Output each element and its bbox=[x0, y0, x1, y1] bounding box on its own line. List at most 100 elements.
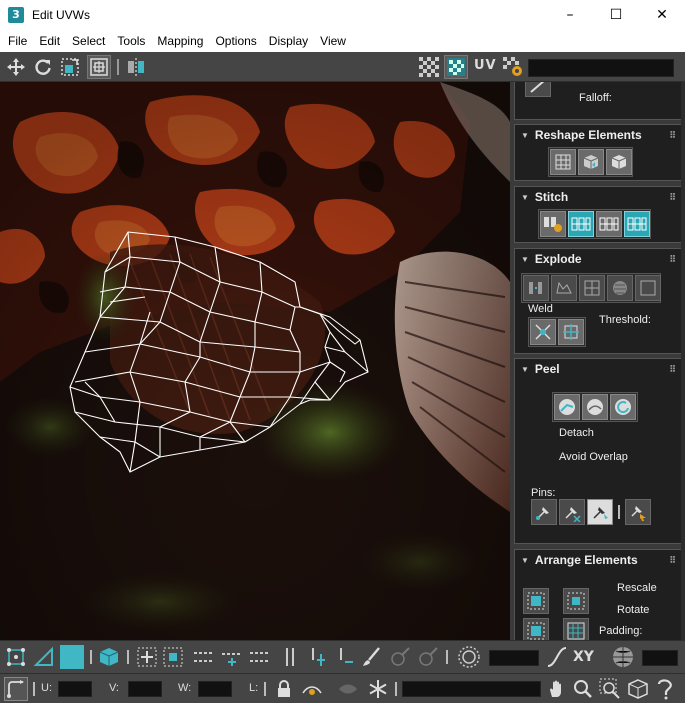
menu-edit[interactable]: Edit bbox=[33, 30, 66, 52]
select-pins-button[interactable] bbox=[625, 499, 651, 525]
scale-tool-button[interactable] bbox=[58, 55, 82, 79]
stitch-to-source-button[interactable] bbox=[568, 211, 594, 237]
reshape-elements-header[interactable]: ▼ Reshape Elements ⠿ bbox=[515, 125, 681, 145]
peel-header[interactable]: ▼ Peel ⠿ bbox=[515, 359, 681, 379]
selection-set-dropdown[interactable] bbox=[402, 681, 541, 697]
shrink-selection-button[interactable] bbox=[161, 645, 185, 669]
group-selected-button[interactable] bbox=[563, 618, 589, 640]
map-settings-button[interactable] bbox=[501, 55, 525, 79]
avoid-overlap-label[interactable]: Avoid Overlap bbox=[559, 451, 628, 463]
zoom-to-gizmo-button[interactable] bbox=[654, 677, 678, 701]
relax-settings-button[interactable] bbox=[606, 149, 632, 175]
menu-file[interactable]: File bbox=[2, 30, 33, 52]
loop-select-button[interactable] bbox=[192, 645, 216, 669]
polygon-select-button[interactable] bbox=[60, 645, 84, 669]
grow-selection-icon bbox=[137, 647, 157, 667]
panel-scrollbar[interactable] bbox=[681, 82, 685, 640]
paint-brush-shrink-button[interactable] bbox=[416, 645, 440, 669]
drag-handle-icon: ⠿ bbox=[669, 554, 676, 565]
texture-dropdown[interactable] bbox=[528, 59, 674, 77]
rotate-tool-button[interactable] bbox=[31, 55, 55, 79]
relax-settings-cube-icon bbox=[611, 155, 627, 169]
paint-brush-grow-button[interactable] bbox=[388, 645, 412, 669]
pack-together-button[interactable] bbox=[523, 618, 549, 640]
stitch-header[interactable]: ▼ Stitch ⠿ bbox=[515, 187, 681, 207]
ring-select-button[interactable] bbox=[278, 645, 302, 669]
rescale-label[interactable]: Rescale bbox=[617, 582, 657, 594]
checker-pattern-button[interactable] bbox=[417, 55, 441, 79]
zoom-region-button[interactable] bbox=[598, 677, 622, 701]
grow-ring-button[interactable] bbox=[306, 645, 330, 669]
stitch-average-button[interactable] bbox=[596, 211, 622, 237]
menu-mapping[interactable]: Mapping bbox=[151, 30, 209, 52]
explode-header[interactable]: ▼ Explode ⠿ bbox=[515, 249, 681, 269]
grow-selection-button[interactable] bbox=[135, 645, 159, 669]
vertex-select-button[interactable] bbox=[4, 645, 28, 669]
menu-tools[interactable]: Tools bbox=[111, 30, 151, 52]
arrange-elements-header[interactable]: ▼ Arrange Elements ⠿ bbox=[515, 550, 681, 570]
soft-selection-toggle[interactable] bbox=[457, 645, 481, 669]
soft-selection-brush-button[interactable] bbox=[525, 82, 551, 97]
break-button[interactable] bbox=[523, 275, 549, 301]
move-tool-button[interactable] bbox=[4, 55, 28, 79]
menu-options[interactable]: Options bbox=[209, 30, 262, 52]
hide-selection-button[interactable] bbox=[300, 677, 324, 701]
shrink-loop-button[interactable] bbox=[248, 645, 272, 669]
straighten-selection-button[interactable] bbox=[550, 149, 576, 175]
quick-peel-button[interactable] bbox=[554, 394, 580, 420]
shrink-ring-button[interactable] bbox=[334, 645, 358, 669]
weld-all-button[interactable] bbox=[558, 319, 584, 345]
unhide-all-button[interactable] bbox=[336, 677, 360, 701]
maximize-button[interactable]: ☐ bbox=[593, 0, 639, 30]
xy-axis-toggle[interactable]: XY bbox=[573, 649, 594, 665]
auto-pin-button[interactable] bbox=[587, 499, 613, 525]
close-button[interactable]: ✕ bbox=[639, 0, 685, 30]
element-select-button[interactable] bbox=[97, 645, 121, 669]
rotate-label[interactable]: Rotate bbox=[617, 604, 649, 616]
falloff-curve-button[interactable] bbox=[545, 645, 569, 669]
pack-custom-button[interactable] bbox=[563, 588, 589, 614]
menu-view[interactable]: View bbox=[314, 30, 352, 52]
weld-selected-button[interactable] bbox=[530, 319, 556, 345]
stitch-custom-button[interactable] bbox=[540, 211, 566, 237]
zoom-extents-button[interactable] bbox=[626, 677, 650, 701]
peel-mode-button[interactable] bbox=[582, 394, 608, 420]
reset-peel-button[interactable] bbox=[610, 394, 636, 420]
menu-select[interactable]: Select bbox=[66, 30, 111, 52]
detach-label[interactable]: Detach bbox=[559, 427, 594, 439]
flatten-by-material-button[interactable] bbox=[607, 275, 633, 301]
unpin-selected-button[interactable] bbox=[559, 499, 585, 525]
flatten-by-smoothing-group-button[interactable] bbox=[579, 275, 605, 301]
limit-to-element-button[interactable] bbox=[611, 645, 635, 669]
pack-normalize-button[interactable] bbox=[523, 588, 549, 614]
minimize-button[interactable]: – bbox=[547, 0, 593, 30]
show-map-button[interactable] bbox=[444, 55, 468, 79]
edge-select-button[interactable] bbox=[32, 645, 56, 669]
pin-selected-button[interactable] bbox=[531, 499, 557, 525]
soft-selection-value-field[interactable] bbox=[489, 650, 539, 666]
stitch-to-target-button[interactable] bbox=[624, 211, 650, 237]
u-coord-field[interactable] bbox=[58, 681, 92, 697]
mirror-tool-button[interactable] bbox=[124, 55, 148, 79]
uv-viewport[interactable] bbox=[0, 82, 510, 640]
uv-label[interactable]: UV bbox=[474, 58, 497, 73]
collapse-arrow-icon: ▼ bbox=[521, 130, 529, 140]
zoom-button[interactable] bbox=[571, 677, 595, 701]
grow-loop-button[interactable] bbox=[220, 645, 244, 669]
relax-button[interactable] bbox=[578, 149, 604, 175]
limit-value-field[interactable] bbox=[642, 650, 678, 666]
app-icon: 3 bbox=[8, 7, 24, 23]
absolute-offset-toggle[interactable] bbox=[4, 677, 28, 701]
v-coord-field[interactable] bbox=[128, 681, 162, 697]
paint-select-button[interactable] bbox=[360, 645, 384, 669]
lock-selection-button[interactable] bbox=[272, 677, 296, 701]
pan-button[interactable] bbox=[545, 677, 569, 701]
menu-display[interactable]: Display bbox=[263, 30, 314, 52]
freeform-mode-button[interactable] bbox=[87, 55, 111, 79]
flatten-by-polygon-angle-button[interactable] bbox=[551, 275, 577, 301]
falloff-label: Falloff: bbox=[579, 92, 612, 104]
w-coord-field[interactable] bbox=[198, 681, 232, 697]
explode-settings-button[interactable] bbox=[635, 275, 661, 301]
freeze-selection-button[interactable] bbox=[366, 677, 390, 701]
relax-cube-icon bbox=[583, 155, 599, 169]
